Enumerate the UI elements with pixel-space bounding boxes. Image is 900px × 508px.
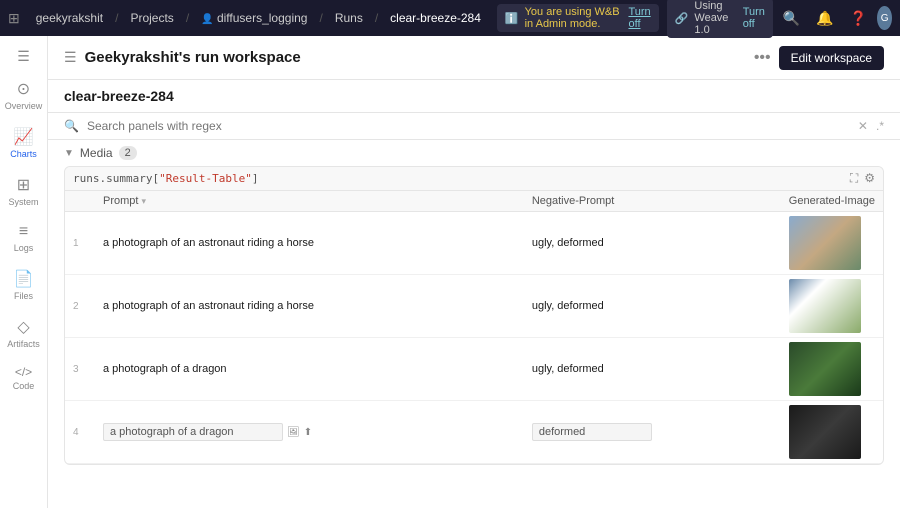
search-nav-button[interactable]: 🔍 xyxy=(777,10,806,27)
code-prefix: runs.summary xyxy=(73,172,152,185)
code-icon: </> xyxy=(15,365,32,379)
panel-code-label: runs.summary["Result-Table"] xyxy=(73,172,258,185)
workspace-collapse-button[interactable]: ☰ xyxy=(64,49,77,66)
cell-prompt-4: 🖼 ⬆ xyxy=(95,401,524,464)
sidebar-item-code[interactable]: </> Code xyxy=(2,359,46,397)
generated-image-3 xyxy=(789,342,861,396)
weave-icon: 🔗 xyxy=(675,12,689,25)
col-row-num xyxy=(65,191,95,212)
notifications-button[interactable]: 🔔 xyxy=(810,10,839,27)
section-arrow-icon: ▼ xyxy=(64,148,74,159)
media-section-header[interactable]: ▼ Media 2 xyxy=(48,140,900,166)
data-table: Prompt ▾ Negative-Prompt Generated-Image… xyxy=(65,191,883,464)
edit-workspace-button[interactable]: Edit workspace xyxy=(779,46,884,70)
edit-cell-prompt-4: 🖼 ⬆ xyxy=(103,423,516,441)
sidebar-item-artifacts[interactable]: ◇ Artifacts xyxy=(2,311,46,355)
table-row: 1 a photograph of an astronaut riding a … xyxy=(65,212,883,275)
nav-diffusers[interactable]: 👤 diffusers_logging xyxy=(193,11,315,25)
code-bracket-close: ] xyxy=(252,172,259,185)
table-panel: runs.summary["Result-Table"] ⛶ ⚙ Prompt xyxy=(64,166,884,465)
prompt-sort-icon[interactable]: ▾ xyxy=(142,196,147,206)
search-input[interactable] xyxy=(87,119,850,133)
panel-expand-button[interactable]: ⛶ xyxy=(850,171,858,186)
nav-workspace[interactable]: geekyrakshit xyxy=(28,11,111,25)
nav-run-name[interactable]: clear-breeze-284 xyxy=(382,11,489,25)
weave-turnoff-button[interactable]: Turn off xyxy=(743,6,765,30)
workspace-header: ☰ Geekyrakshit's run workspace ••• Edit … xyxy=(48,36,900,80)
generated-image-4 xyxy=(789,405,861,459)
image-icon: 🖼 xyxy=(287,427,300,438)
sidebar: ☰ ⊙ Overview 📈 Charts ⊞ System ≡ Logs 📄 … xyxy=(0,36,48,508)
cell-negative-2: ugly, deformed xyxy=(524,275,781,338)
sidebar-item-charts[interactable]: 📈 Charts xyxy=(2,121,46,165)
table-header-row: Prompt ▾ Negative-Prompt Generated-Image xyxy=(65,191,883,212)
search-bar: 🔍 ✕ .* xyxy=(48,113,900,140)
cell-prompt-3: a photograph of a dragon xyxy=(95,338,524,401)
sidebar-item-logs[interactable]: ≡ Logs xyxy=(2,217,46,259)
upload-icon: ⬆ xyxy=(304,427,312,438)
row-num-1: 1 xyxy=(65,212,95,275)
section-label: Media xyxy=(80,146,113,160)
top-nav: ⊞ geekyrakshit / Projects / 👤 diffusers_… xyxy=(0,0,900,36)
user-icon: 👤 xyxy=(201,14,213,25)
admin-banner: ℹ️ You are using W&B in Admin mode. Turn… xyxy=(497,4,659,32)
table-row: 2 a photograph of an astronaut riding a … xyxy=(65,275,883,338)
overview-icon: ⊙ xyxy=(17,79,30,99)
artifacts-icon: ◇ xyxy=(17,317,29,337)
generated-image-1 xyxy=(789,216,861,270)
row-num-3: 3 xyxy=(65,338,95,401)
negative-input-4[interactable] xyxy=(532,423,652,441)
cell-img-4 xyxy=(781,401,883,464)
charts-icon: 📈 xyxy=(14,127,34,147)
table-row: 4 🖼 ⬆ xyxy=(65,401,883,464)
panel-area: ▼ Media 2 runs.summary["Result-Table"] ⛶… xyxy=(48,140,900,508)
prompt-input-4[interactable] xyxy=(103,423,283,441)
search-icon: 🔍 xyxy=(64,119,79,133)
col-prompt[interactable]: Prompt ▾ xyxy=(95,191,524,212)
col-generated-image: Generated-Image xyxy=(781,191,883,212)
col-negative-prompt: Negative-Prompt xyxy=(524,191,781,212)
row-num-2: 2 xyxy=(65,275,95,338)
logs-icon: ≡ xyxy=(19,223,28,241)
panel-toolbar: runs.summary["Result-Table"] ⛶ ⚙ xyxy=(65,167,883,191)
sidebar-item-system[interactable]: ⊞ System xyxy=(2,169,46,213)
row-num-4: 4 xyxy=(65,401,95,464)
cell-negative-4 xyxy=(524,401,781,464)
panel-actions: ⛶ ⚙ xyxy=(850,171,875,186)
cell-img-1 xyxy=(781,212,883,275)
help-button[interactable]: ❓ xyxy=(844,10,873,27)
main-layout: ☰ ⊙ Overview 📈 Charts ⊞ System ≡ Logs 📄 … xyxy=(0,36,900,508)
section-count-badge: 2 xyxy=(119,146,137,160)
workspace-title: Geekyrakshit's run workspace xyxy=(85,49,746,66)
run-name-bar: clear-breeze-284 xyxy=(48,80,900,113)
cell-negative-3: ugly, deformed xyxy=(524,338,781,401)
generated-image-2 xyxy=(789,279,861,333)
cell-prompt-2: a photograph of an astronaut riding a ho… xyxy=(95,275,524,338)
cell-img-3 xyxy=(781,338,883,401)
system-icon: ⊞ xyxy=(17,175,30,195)
content-area: ☰ Geekyrakshit's run workspace ••• Edit … xyxy=(48,36,900,508)
grid-icon: ⊞ xyxy=(8,10,20,27)
run-name-label: clear-breeze-284 xyxy=(64,88,174,104)
cell-img-2 xyxy=(781,275,883,338)
sidebar-item-files[interactable]: 📄 Files xyxy=(2,263,46,307)
nav-runs[interactable]: Runs xyxy=(327,11,371,25)
weave-banner: 🔗 Using Weave 1.0 Turn off xyxy=(667,0,773,38)
search-clear-button[interactable]: ✕ xyxy=(858,119,868,133)
workspace-more-button[interactable]: ••• xyxy=(754,49,771,67)
admin-turnoff-button[interactable]: Turn off xyxy=(628,6,650,30)
nav-projects[interactable]: Projects xyxy=(122,11,181,25)
sidebar-item-overview[interactable]: ⊙ Overview xyxy=(2,73,46,117)
info-icon: ℹ️ xyxy=(505,12,519,25)
files-icon: 📄 xyxy=(14,269,34,289)
sidebar-collapse-button[interactable]: ☰ xyxy=(13,44,34,69)
cell-negative-1: ugly, deformed xyxy=(524,212,781,275)
cell-prompt-1: a photograph of an astronaut riding a ho… xyxy=(95,212,524,275)
search-regex-button[interactable]: .* xyxy=(876,119,884,133)
table-row: 3 a photograph of a dragon ugly, deforme… xyxy=(65,338,883,401)
code-key: "Result-Table" xyxy=(159,172,252,185)
panel-settings-button[interactable]: ⚙ xyxy=(864,171,875,186)
avatar[interactable]: G xyxy=(877,6,892,30)
